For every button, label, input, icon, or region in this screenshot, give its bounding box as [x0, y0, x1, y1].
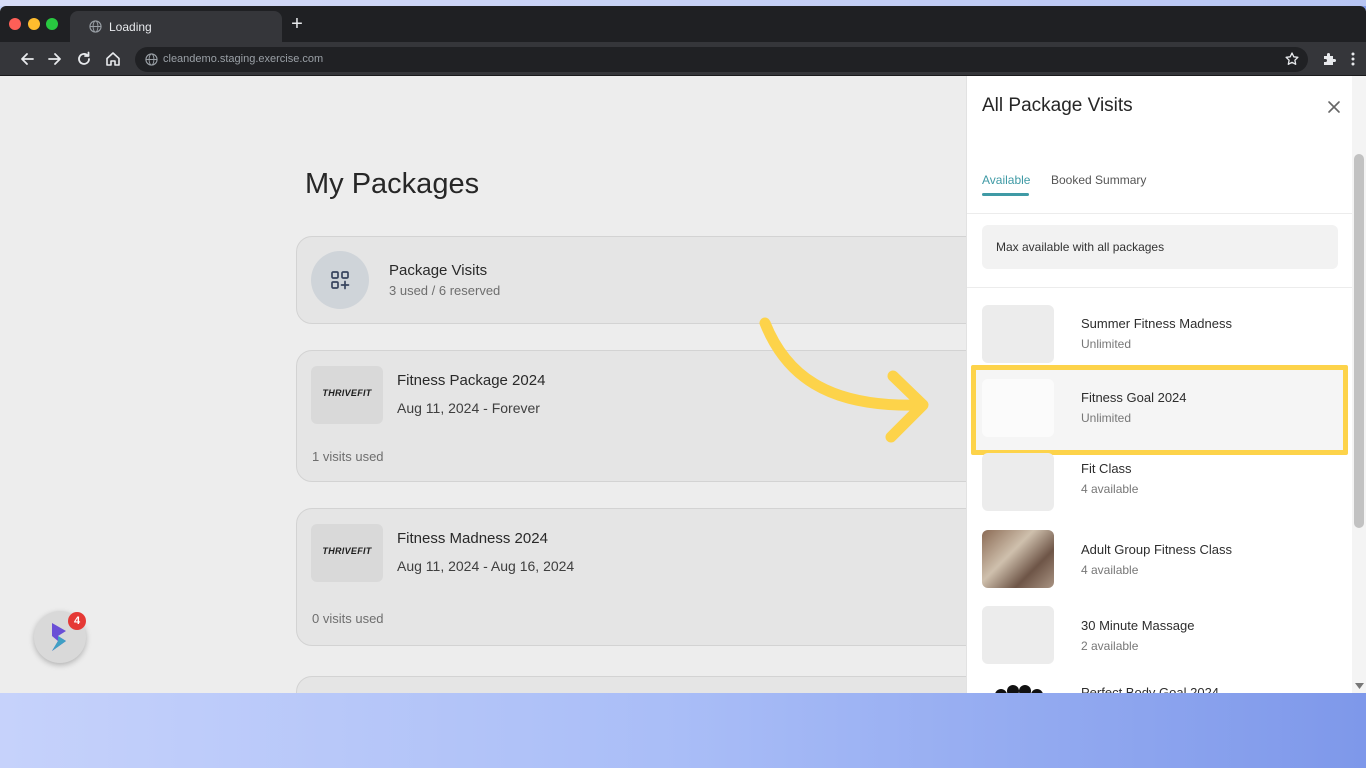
max-available-label: Max available with all packages: [996, 240, 1165, 254]
minimize-window-button[interactable]: [28, 18, 40, 30]
scrollbar-thumb[interactable]: [1354, 154, 1364, 528]
url-text: cleandemo.staging.exercise.com: [163, 53, 324, 65]
scroll-down-arrow-icon[interactable]: [1355, 683, 1364, 689]
list-item-selected[interactable]: Fitness Goal 2024 Unlimited: [967, 377, 1352, 447]
panel-title: All Package Visits: [982, 95, 1133, 116]
tab-available[interactable]: Available: [982, 173, 1030, 187]
active-tab-indicator: [982, 193, 1029, 196]
annotation-arrow-icon: [759, 317, 929, 443]
forward-arrow-icon[interactable]: [46, 50, 64, 68]
site-info-icon[interactable]: [145, 53, 158, 66]
list-item[interactable]: Adult Group Fitness Class 4 available: [967, 530, 1352, 600]
browser-window: Loading + cleandemo.staging.exercise.com: [0, 6, 1366, 693]
item-title: Fit Class: [1081, 461, 1132, 476]
item-subtitle: 2 available: [1081, 639, 1139, 653]
item-thumbnail: [982, 453, 1054, 511]
item-thumbnail: [982, 305, 1054, 363]
max-available-box[interactable]: Max available with all packages: [982, 225, 1338, 269]
item-title: Summer Fitness Madness: [1081, 316, 1232, 331]
back-arrow-icon[interactable]: [18, 50, 36, 68]
item-title: Adult Group Fitness Class: [1081, 542, 1233, 557]
tab-bar: Loading +: [0, 6, 1366, 42]
item-thumbnail: [982, 379, 1054, 437]
extensions-puzzle-icon[interactable]: [1321, 50, 1339, 68]
package-visits-panel: All Package Visits Available Booked Summ…: [966, 76, 1366, 693]
item-thumbnail: [982, 606, 1054, 664]
address-bar[interactable]: cleandemo.staging.exercise.com: [135, 47, 1308, 72]
browser-tab[interactable]: Loading: [70, 11, 282, 42]
partial-logo-icon: [995, 685, 1043, 693]
bookmark-star-icon[interactable]: [1284, 51, 1300, 67]
item-subtitle: Unlimited: [1081, 411, 1132, 425]
reload-icon[interactable]: [75, 50, 93, 68]
close-window-button[interactable]: [9, 18, 21, 30]
tabs-divider: [967, 213, 1352, 214]
maximize-window-button[interactable]: [46, 18, 58, 30]
list-item[interactable]: Fit Class 4 available: [967, 453, 1352, 526]
tab-booked-summary[interactable]: Booked Summary: [1051, 173, 1146, 187]
item-thumbnail-photo: [982, 530, 1054, 588]
globe-icon: [89, 20, 102, 33]
list-item[interactable]: 30 Minute Massage 2 available: [967, 606, 1352, 676]
notification-badge: 4: [68, 612, 86, 630]
browser-toolbar: cleandemo.staging.exercise.com: [0, 42, 1366, 76]
home-icon[interactable]: [104, 50, 122, 68]
panel-scrollbar[interactable]: [1352, 76, 1366, 693]
item-subtitle: 4 available: [1081, 482, 1139, 496]
browser-menu-icon[interactable]: [1344, 50, 1362, 68]
item-title: Fitness Goal 2024: [1081, 390, 1187, 405]
item-title: 30 Minute Massage: [1081, 618, 1195, 633]
page-content: My Packages Package Visits 3 used / 6 re…: [0, 76, 1366, 693]
new-tab-button[interactable]: +: [287, 14, 307, 34]
item-subtitle: 4 available: [1081, 563, 1139, 577]
item-subtitle: Unlimited: [1081, 337, 1132, 351]
tab-title: Loading: [109, 20, 152, 34]
section-divider: [967, 287, 1352, 288]
item-title-partial: Perfect Body Goal 2024: [1081, 685, 1220, 693]
close-icon[interactable]: [1326, 99, 1342, 115]
